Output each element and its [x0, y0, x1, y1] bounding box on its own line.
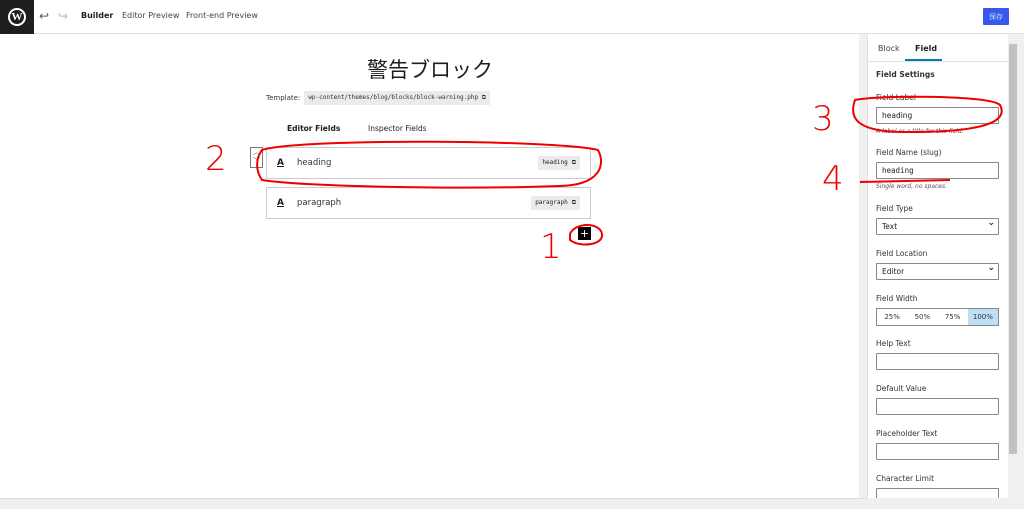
field-width-label: Field Width — [876, 294, 918, 303]
field-slug: heading ⧉ — [538, 156, 580, 170]
copy-icon[interactable]: ⧉ — [572, 199, 576, 207]
main-horizontal-scrollbar[interactable] — [0, 498, 867, 509]
field-name-input[interactable]: heading — [876, 162, 999, 179]
width-50[interactable]: 50% — [907, 309, 937, 325]
move-field-control[interactable]: ︿ ﹀ — [250, 147, 263, 168]
field-label-label: Field Label — [876, 93, 916, 102]
help-text-input[interactable] — [876, 353, 999, 370]
block-title[interactable]: 警告ブロック — [0, 54, 860, 84]
annotation-2: 2 — [205, 139, 227, 179]
sidebar-horizontal-scrollbar[interactable] — [867, 498, 1008, 509]
field-slug-text: heading — [542, 159, 568, 166]
text-field-icon: A — [277, 158, 284, 168]
field-type-select[interactable]: Text — [876, 218, 999, 235]
add-field-button[interactable]: + — [578, 227, 591, 240]
field-name-hint: Single word, no spaces. — [876, 183, 948, 190]
copy-icon[interactable]: ⧉ — [482, 94, 486, 101]
width-100[interactable]: 100% — [967, 309, 998, 325]
help-text-label: Help Text — [876, 339, 911, 348]
tab-inspector-fields[interactable]: Inspector Fields — [368, 124, 427, 133]
template-path-value: wp-content/themes/blog/blocks/block-warn… — [304, 91, 491, 105]
field-row[interactable]: A heading heading ⧉ — [266, 147, 591, 179]
template-path: Template: wp-content/themes/blog/blocks/… — [266, 91, 491, 105]
main-vertical-scrollbar[interactable] — [859, 34, 867, 498]
char-limit-label: Character Limit — [876, 474, 935, 483]
width-25[interactable]: 25% — [877, 309, 907, 325]
sidebar: Block Field Field Settings Field Label h… — [867, 34, 1009, 505]
annotation-1: 1 — [540, 227, 562, 267]
tab-block[interactable]: Block — [878, 44, 900, 53]
default-value-input[interactable] — [876, 398, 999, 415]
field-label-hint: A label or a title for this field. — [876, 128, 964, 135]
chevron-up-icon[interactable]: ︿ — [251, 148, 262, 157]
field-slug-text: paragraph — [535, 199, 568, 206]
field-row[interactable]: A paragraph paragraph ⧉ — [266, 187, 591, 219]
field-type-value: Text — [882, 222, 898, 231]
field-location-label: Field Location — [876, 249, 928, 258]
tab-builder[interactable]: Builder — [81, 11, 113, 20]
field-name: heading — [297, 158, 332, 168]
annotation-4: 4 — [822, 159, 844, 199]
redo-icon[interactable]: ↪ — [58, 9, 68, 23]
tab-frontend-preview[interactable]: Front-end Preview — [186, 11, 258, 20]
scrollbar-thumb[interactable] — [1009, 44, 1017, 454]
tab-editor-preview[interactable]: Editor Preview — [122, 11, 179, 20]
annotation-3: 3 — [812, 99, 834, 139]
tab-field[interactable]: Field — [915, 44, 937, 53]
template-label: Template: — [266, 94, 301, 102]
field-type-label: Field Type — [876, 204, 913, 213]
sidebar-scrollbar[interactable] — [1008, 34, 1024, 509]
undo-icon[interactable]: ↩ — [39, 9, 49, 23]
save-button[interactable]: 保存 — [983, 8, 1009, 25]
field-label-input[interactable]: heading — [876, 107, 999, 124]
template-path-text: wp-content/themes/blog/blocks/block-warn… — [308, 94, 479, 101]
field-location-value: Editor — [882, 267, 905, 276]
divider — [868, 61, 1009, 62]
field-name: paragraph — [297, 198, 342, 208]
tab-editor-fields[interactable]: Editor Fields — [287, 124, 340, 133]
placeholder-label: Placeholder Text — [876, 429, 938, 438]
field-name-label: Field Name (slug) — [876, 148, 942, 157]
text-field-icon: A — [277, 198, 284, 208]
placeholder-input[interactable] — [876, 443, 999, 460]
field-width-control: 25% 50% 75% 100% — [876, 308, 999, 326]
wordpress-icon: W — [8, 8, 26, 26]
chevron-down-icon[interactable]: ﹀ — [251, 157, 262, 166]
section-title: Field Settings — [876, 70, 935, 79]
field-location-select[interactable]: Editor — [876, 263, 999, 280]
default-value-label: Default Value — [876, 384, 927, 393]
wordpress-logo[interactable]: W — [0, 0, 34, 34]
width-75[interactable]: 75% — [938, 309, 968, 325]
field-slug: paragraph ⧉ — [531, 196, 580, 210]
copy-icon[interactable]: ⧉ — [572, 159, 576, 167]
